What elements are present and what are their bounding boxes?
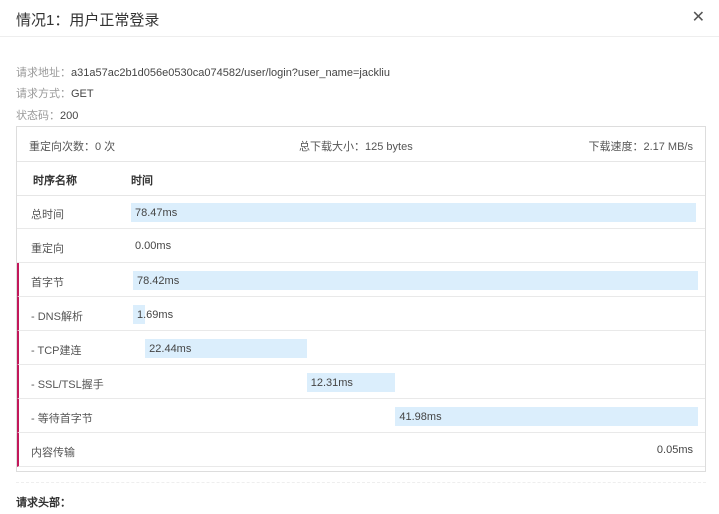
dialog-header: 情况1：用户正常登录 ✕: [0, 0, 719, 37]
column-header-time: 时间: [131, 175, 153, 187]
timing-row-value: 12.31ms: [310, 377, 353, 389]
timing-row: 总时间 78.47ms: [17, 195, 705, 229]
request-url-row: 请求地址：a31a57ac2b1d056e0530ca074582/user/l…: [16, 64, 390, 80]
timing-bar: 22.44ms: [145, 339, 307, 358]
timing-row-name: - SSL/TSL握手: [31, 379, 104, 391]
timing-row-value: 0.00ms: [135, 240, 172, 252]
timing-row: - SSL/TSL握手 12.31ms: [17, 365, 705, 399]
request-method-row: 请求方式：GET: [16, 85, 94, 101]
timing-table-header: 时序名称 时间: [17, 161, 705, 196]
timing-bar: 78.42ms: [133, 271, 698, 290]
download-size: 总下载大小：125 bytes: [299, 141, 413, 153]
timing-row-name: - TCP建连: [31, 345, 82, 357]
request-url-value: a31a57ac2b1d056e0530ca074582/user/login?…: [71, 67, 390, 79]
request-method-label: 请求方式：: [16, 88, 71, 100]
request-method-value: GET: [71, 88, 94, 100]
timing-row-value: 0.05ms: [656, 444, 693, 456]
timing-panel: 重定向次数：0 次 总下载大小：125 bytes 下载速度：2.17 MB/s…: [16, 126, 706, 472]
section-divider: [16, 482, 706, 483]
timing-row-name: - DNS解析: [31, 311, 83, 323]
timing-row: 重定向 0.00ms: [17, 229, 705, 263]
close-icon[interactable]: ✕: [692, 9, 705, 27]
redirect-count: 重定向次数：0 次: [29, 141, 116, 153]
status-code-value: 200: [60, 110, 79, 122]
timing-row: 首字节 78.42ms: [17, 263, 705, 297]
timing-row-name: 总时间: [31, 209, 64, 221]
column-header-name: 时序名称: [33, 175, 77, 187]
timing-row-name: 首字节: [31, 277, 64, 289]
timing-row-name: 内容传输: [31, 447, 75, 459]
timing-row-value: 78.47ms: [135, 207, 178, 219]
timing-row-value: 41.98ms: [399, 411, 442, 423]
status-code-row: 状态码：200: [16, 107, 78, 123]
status-code-label: 状态码：: [16, 110, 60, 122]
timing-row-value: 78.42ms: [137, 275, 180, 287]
timing-row-value: 22.44ms: [149, 343, 192, 355]
timing-summary: 重定向次数：0 次 总下载大小：125 bytes 下载速度：2.17 MB/s: [17, 127, 705, 162]
timing-bar: 41.98ms: [395, 407, 698, 426]
download-speed: 下载速度：2.17 MB/s: [588, 141, 693, 153]
dialog-title: 情况1：用户正常登录: [16, 12, 160, 29]
timing-row-name: - 等待首字节: [31, 413, 93, 425]
request-url-label: 请求地址：: [16, 67, 71, 79]
timing-row: - DNS解析 1.69ms: [17, 297, 705, 331]
timing-bar: 1.69ms: [133, 305, 173, 324]
timing-row-value: 1.69ms: [137, 309, 174, 321]
timing-row-name: 重定向: [31, 243, 64, 255]
timing-bar: 78.47ms: [131, 203, 696, 222]
timing-row: 内容传输 0.05ms: [17, 433, 705, 467]
timing-bar: 12.31ms: [306, 373, 396, 392]
timing-row: - TCP建连 22.44ms: [17, 331, 705, 365]
request-headers-title: 请求头部：: [16, 497, 71, 509]
timing-row: - 等待首字节 41.98ms: [17, 399, 705, 433]
